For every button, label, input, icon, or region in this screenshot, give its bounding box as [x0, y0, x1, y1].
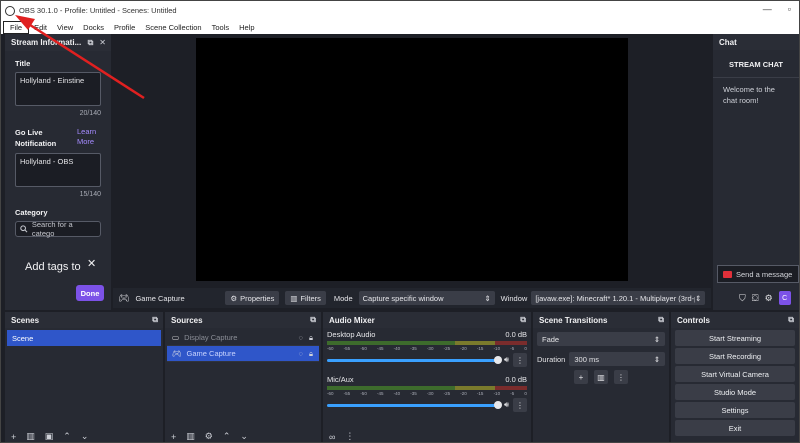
annotation-arrow — [15, 15, 145, 100]
arrow-head — [15, 15, 35, 30]
arrow-shaft — [26, 21, 145, 100]
obs-window: OBS 30.1.0 - Profile: Untitled - Scenes:… — [0, 0, 800, 443]
